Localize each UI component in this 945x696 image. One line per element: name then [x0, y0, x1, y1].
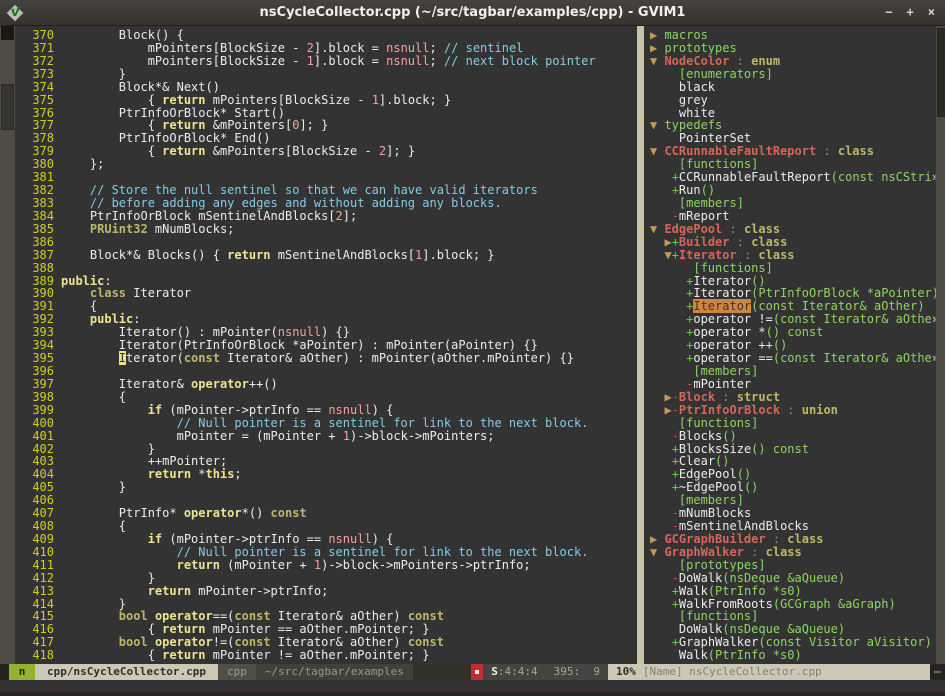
- maximize-button[interactable]: +: [907, 0, 914, 25]
- code-editor[interactable]: 370 Block() {371 mPointers[BlockSize - 2…: [15, 26, 637, 664]
- window-title: nsCycleCollector.cpp (~/src/tagbar/examp…: [0, 5, 945, 20]
- stats-label: S: [491, 665, 498, 678]
- line-number: 398: [15, 391, 61, 404]
- line-number: 370: [15, 29, 61, 42]
- line-number: 411: [15, 559, 61, 572]
- tagbar-line[interactable]: Walk(PtrInfo *s0): [650, 649, 936, 662]
- statusline-stats: S:4:4:4 395: 9: [483, 664, 608, 680]
- statusline-spacer: [413, 664, 471, 680]
- left-scrollbar[interactable]: [0, 26, 15, 664]
- line-number: 388: [15, 262, 61, 275]
- left-scrollbar-thumb[interactable]: [1, 84, 14, 130]
- line-number: 384: [15, 210, 61, 223]
- window-bottom-frame: [0, 692, 945, 696]
- modified-flag-icon: [471, 664, 483, 680]
- close-button[interactable]: ×: [928, 0, 935, 25]
- statusline-left-stepper: [0, 664, 9, 680]
- code-line[interactable]: 395 Iterator(const Iterator& aOther) : m…: [15, 352, 637, 365]
- statusline-filetype: cpp: [218, 664, 256, 680]
- line-number: 396: [15, 365, 61, 378]
- statusline-filename: cpp/nsCycleCollector.cpp: [35, 664, 218, 680]
- code-lines: 370 Block() {371 mPointers[BlockSize - 2…: [15, 29, 637, 662]
- line-number: 408: [15, 520, 61, 533]
- code-line[interactable]: 387 Block*& Blocks() { return mSentinelA…: [15, 249, 637, 262]
- statusline-right-stepper: [930, 664, 945, 680]
- tagbar-status: [Name] nsCycleCollector.cpp: [643, 665, 822, 678]
- line-number: 401: [15, 430, 61, 443]
- line-number: 412: [15, 572, 61, 585]
- left-scrollbar-top-cap: [1, 26, 14, 40]
- line-number: 385: [15, 223, 61, 236]
- code-line[interactable]: 418 { return mPointer != aOther.mPointer…: [15, 649, 637, 662]
- statusline-right: 10% [Name] nsCycleCollector.cpp: [608, 664, 930, 680]
- minimize-button[interactable]: −: [885, 0, 892, 25]
- line-number: 372: [15, 55, 61, 68]
- line-number: 383: [15, 197, 61, 210]
- command-line[interactable]: [0, 680, 945, 692]
- gvim-window: nsCycleCollector.cpp (~/src/tagbar/examp…: [0, 0, 945, 696]
- line-number: 400: [15, 417, 61, 430]
- statusline: n cpp/nsCycleCollector.cpp cpp ~/src/tag…: [0, 664, 945, 680]
- titlebar[interactable]: nsCycleCollector.cpp (~/src/tagbar/examp…: [0, 0, 945, 26]
- line-number: 413: [15, 585, 61, 598]
- code-line[interactable]: 405 }: [15, 481, 637, 494]
- line-number: 373: [15, 68, 61, 81]
- line-number: 418: [15, 649, 61, 662]
- code-line[interactable]: 380 };: [15, 158, 637, 171]
- right-scrollbar-thumb[interactable]: [937, 28, 945, 117]
- code-line[interactable]: 385 PRUint32 mNumBlocks;: [15, 223, 637, 236]
- line-number: 387: [15, 249, 61, 262]
- statusline-directory: ~/src/tagbar/examples: [256, 664, 413, 680]
- line-number: 399: [15, 404, 61, 417]
- line-number: 386: [15, 236, 61, 249]
- line-number: 371: [15, 42, 61, 55]
- tagbar-panel[interactable]: ▶ macros▶ prototypes▼ NodeColor : enum […: [644, 26, 936, 664]
- right-scrollbar[interactable]: [936, 26, 945, 664]
- line-number: 374: [15, 81, 61, 94]
- window-split-separator[interactable]: [637, 26, 644, 664]
- code-line[interactable]: 390 class Iterator: [15, 287, 637, 300]
- stats-value: :4:4:4: [498, 665, 538, 678]
- line-number: 410: [15, 546, 61, 559]
- tagbar-lines: ▶ macros▶ prototypes▼ NodeColor : enum […: [650, 29, 936, 662]
- line-number: 409: [15, 533, 61, 546]
- line-number: 397: [15, 378, 61, 391]
- line-number: 375: [15, 94, 61, 107]
- cursor-position: 395: 9: [554, 665, 600, 678]
- editor-area: 370 Block() {371 mPointers[BlockSize - 2…: [0, 26, 945, 664]
- mode-indicator: n: [9, 664, 35, 680]
- scroll-percent: 10%: [616, 665, 636, 678]
- code-line[interactable]: 379 { return &mPointers[BlockSize - 2]; …: [15, 145, 637, 158]
